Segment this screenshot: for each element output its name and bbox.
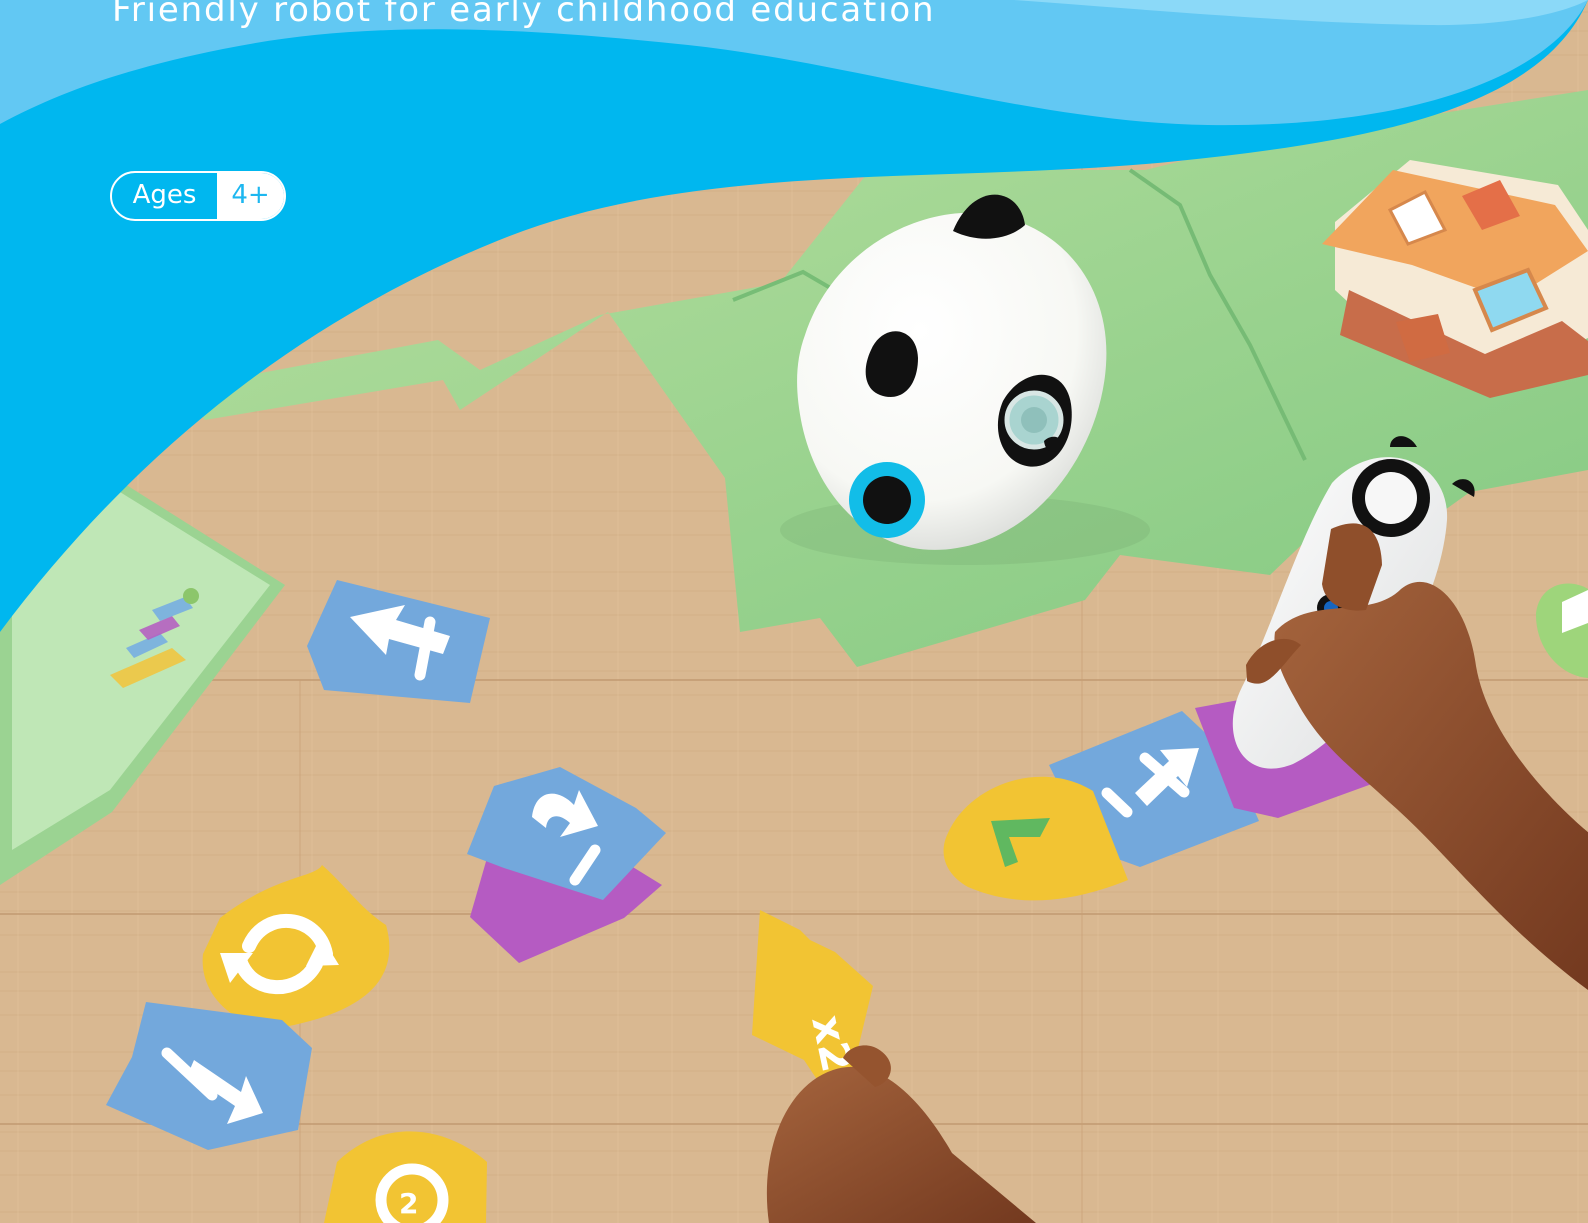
age-badge: Ages 4+ — [110, 171, 286, 221]
age-label: Ages — [132, 180, 197, 210]
age-value: 4+ — [217, 173, 284, 219]
product-subtitle: Friendly robot for early childhood educa… — [112, 0, 936, 30]
product-hero: 2 x2 Friendly robot for early childhood … — [0, 0, 1588, 1223]
